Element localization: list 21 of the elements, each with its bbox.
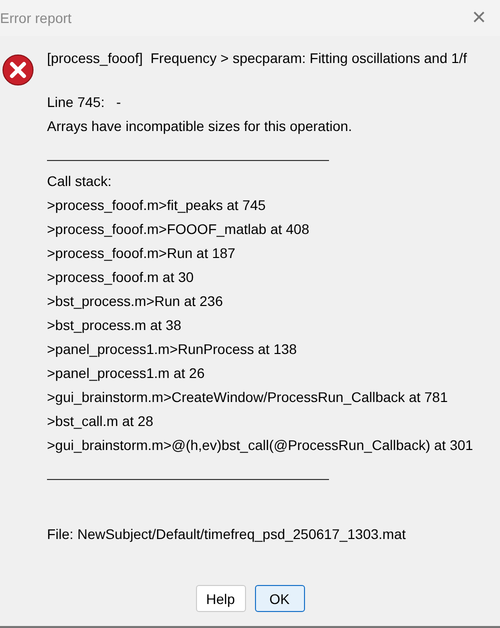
error-header: [process_fooof] Frequency > specparam: Fitting oscillations and 1/f: [47, 49, 468, 68]
file-path: File: NewSubject/Default/timefreq_psd_250617_1303.mat: [47, 525, 407, 544]
call-stack-entry: >process_fooof.m>FOOOF_matlab at 408: [47, 220, 310, 239]
dialog-button[interactable]: Help: [196, 585, 246, 612]
call-stack-entry: >bst_call.m at 28: [47, 412, 154, 431]
close-button[interactable]: ×: [468, 6, 490, 30]
call-stack-entry: >gui_brainstorm.m>CreateWindow/ProcessRun_Callback at 781: [47, 388, 449, 407]
call-stack-entry: >process_fooof.m>Run at 187: [47, 244, 236, 263]
call-stack-entry: >gui_brainstorm.m>@(h,ev)bst_call(@ProcessRun_Callback) at 301: [47, 436, 474, 455]
error-line: Line 745: -: [47, 93, 122, 112]
dialog-button[interactable]: OK: [254, 585, 304, 612]
call-stack-entry: >bst_process.m at 38: [47, 316, 182, 335]
error-message: Arrays have incompatible sizes for this operation.: [47, 117, 354, 136]
call-stack-entry: >bst_process.m>Run at 236: [47, 292, 224, 311]
call-stack-entry: >process_fooof.m at 30: [47, 268, 195, 287]
call-stack-entry: >panel_process1.m at 26: [47, 364, 206, 383]
call-stack-entry: >panel_process1.m>RunProcess at 138: [47, 340, 298, 359]
error-icon: [2, 54, 34, 86]
call-stack-title: Call stack:: [47, 172, 113, 191]
window-title: Error report: [0, 10, 72, 26]
call-stack-entry: >process_fooof.m>fit_peaks at 745: [47, 196, 267, 215]
